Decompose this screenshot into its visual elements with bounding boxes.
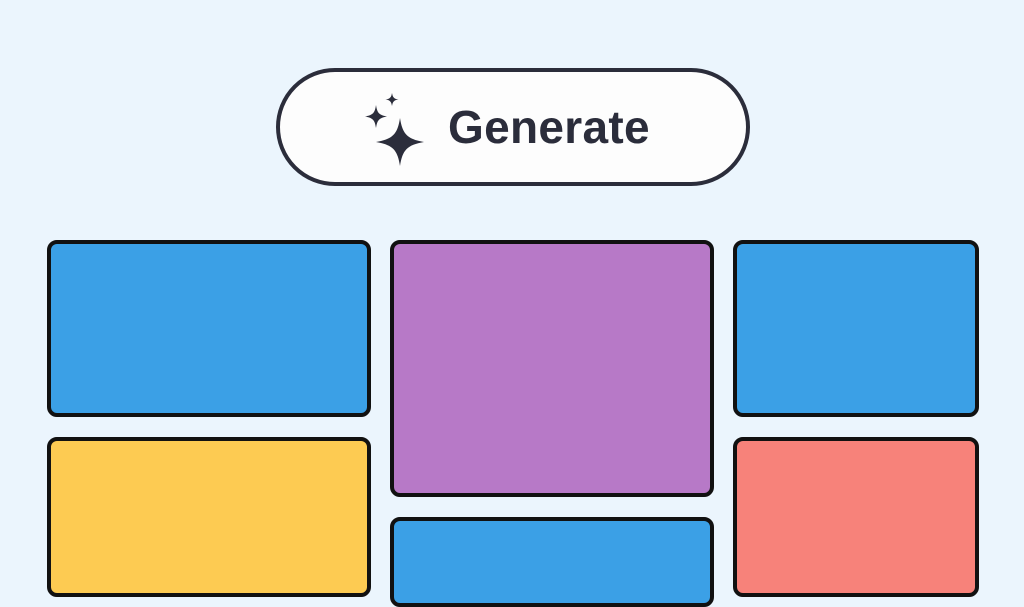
generate-button-label: Generate bbox=[448, 101, 650, 153]
tile-top-center bbox=[390, 240, 714, 497]
tile-bottom-center bbox=[390, 517, 714, 607]
generate-button[interactable]: Generate bbox=[276, 68, 750, 186]
sparkles-icon bbox=[365, 93, 424, 166]
tile-top-right bbox=[733, 240, 979, 417]
tile-top-left bbox=[47, 240, 371, 417]
tile-bottom-right bbox=[733, 437, 979, 597]
tile-bottom-left bbox=[47, 437, 371, 597]
